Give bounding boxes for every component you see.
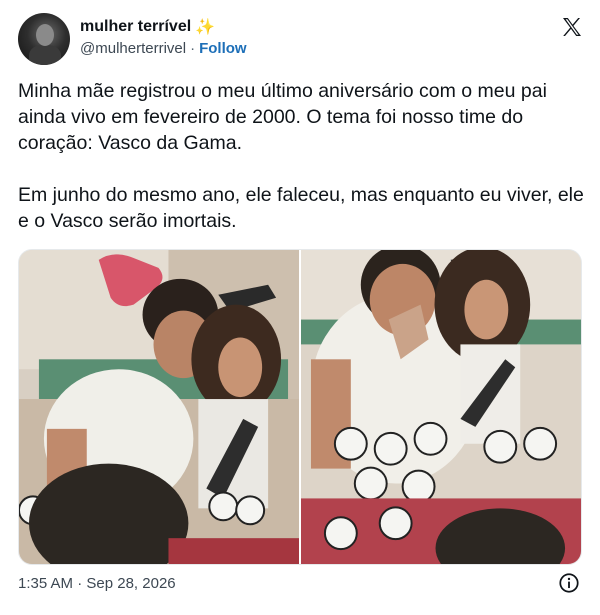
sparkles-icon: ✨ [195,19,216,36]
x-logo-icon[interactable] [560,15,584,39]
photo-left-image [19,250,299,564]
separator-dot: · [77,575,83,592]
tweet-text: Minha mãe registrou o meu último anivers… [18,78,584,234]
avatar-figure [29,45,61,65]
avatar-face [36,24,54,46]
tweet-footer: 1:35 AM · Sep 28, 2026 [18,572,584,596]
tweet-header: mulher terrível ✨ @mulherterrivel · Foll… [18,13,584,65]
follow-button[interactable]: Follow [199,40,247,57]
tweet-time: 1:35 AM [18,575,74,592]
tweet-media [18,249,582,565]
photo-right[interactable] [301,250,581,564]
author-name-row: mulher terrível ✨ [80,17,215,37]
author-name[interactable]: mulher terrível [80,18,191,36]
photo-left[interactable] [19,250,299,564]
author-handle-row: @mulherterrivel · Follow [80,40,247,57]
tweet-paragraph: Em junho do mesmo ano, ele faleceu, mas … [18,184,584,232]
info-icon[interactable] [558,572,580,594]
tweet-paragraph: Minha mãe registrou o meu último anivers… [18,80,547,154]
author-handle[interactable]: @mulherterrivel [80,40,186,57]
separator-dot: · [190,40,196,57]
timestamp[interactable]: 1:35 AM · Sep 28, 2026 [18,575,176,592]
avatar[interactable] [18,13,70,65]
photo-right-image [301,250,581,564]
tweet-date: Sep 28, 2026 [86,575,176,592]
